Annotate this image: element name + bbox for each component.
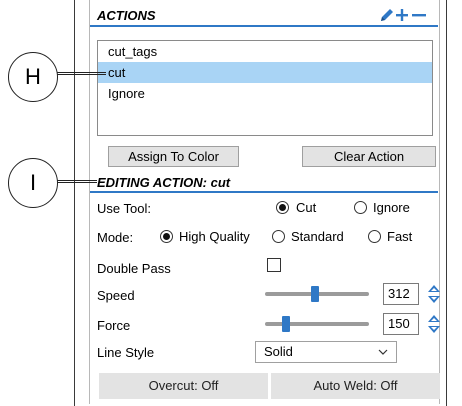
minus-icon[interactable] [412,14,426,17]
force-slider-thumb[interactable] [282,316,291,332]
chevron-down-icon [378,342,388,368]
force-spin-arrows-icon[interactable] [427,313,441,335]
callout-i: I [8,158,58,208]
radio-cut[interactable] [276,201,289,214]
radio-cut-label: Cut [296,200,317,215]
overcut-button[interactable]: Overcut: Off [99,373,268,399]
radio-standard-label: Standard [291,229,344,244]
line-style-select[interactable]: Solid [255,341,397,363]
list-item[interactable]: Ignore [98,83,432,104]
actions-toolbar [378,6,434,24]
force-label: Force [97,318,131,333]
clear-action-button[interactable]: Clear Action [302,146,436,167]
callout-i-leader [57,180,97,183]
force-slider-track[interactable] [265,322,369,326]
editing-title-rule [90,191,438,193]
list-item[interactable]: cut_tags [98,41,432,62]
radio-ignore[interactable] [354,201,367,214]
speed-label: Speed [97,288,135,303]
editing-action-title: EDITING ACTION: cut [97,175,231,190]
list-item-selected[interactable]: cut [98,62,432,83]
radio-fast-label: Fast [387,229,413,244]
double-pass-label: Double Pass [97,261,171,276]
use-tool-label: Use Tool: [97,201,151,216]
auto-weld-button[interactable]: Auto Weld: Off [271,373,440,399]
panel-frame-right [446,0,447,406]
speed-slider-thumb[interactable] [311,286,320,302]
line-style-label: Line Style [97,345,155,360]
radio-standard[interactable] [272,230,285,243]
mode-label: Mode: [97,230,134,245]
panel-frame-left [74,0,75,406]
pencil-icon[interactable] [381,9,393,21]
radio-ignore-label: Ignore [373,200,410,215]
radio-high-quality-label: High Quality [179,229,250,244]
speed-value-field[interactable]: 312 [383,283,419,305]
callout-h-leader [57,72,106,75]
speed-spin-arrows-icon[interactable] [427,283,441,305]
callout-h: H [8,52,58,102]
radio-fast[interactable] [368,230,381,243]
actions-title-rule [90,25,438,27]
line-style-value: Solid [264,344,293,359]
assign-to-color-button[interactable]: Assign To Color [108,146,239,167]
plus-icon[interactable] [396,9,408,21]
force-value-field[interactable]: 150 [383,313,419,335]
double-pass-checkbox[interactable] [267,258,281,272]
actions-title: ACTIONS [97,8,156,23]
actions-list[interactable]: cut_tags cut Ignore [97,40,433,136]
radio-high-quality[interactable] [160,230,173,243]
